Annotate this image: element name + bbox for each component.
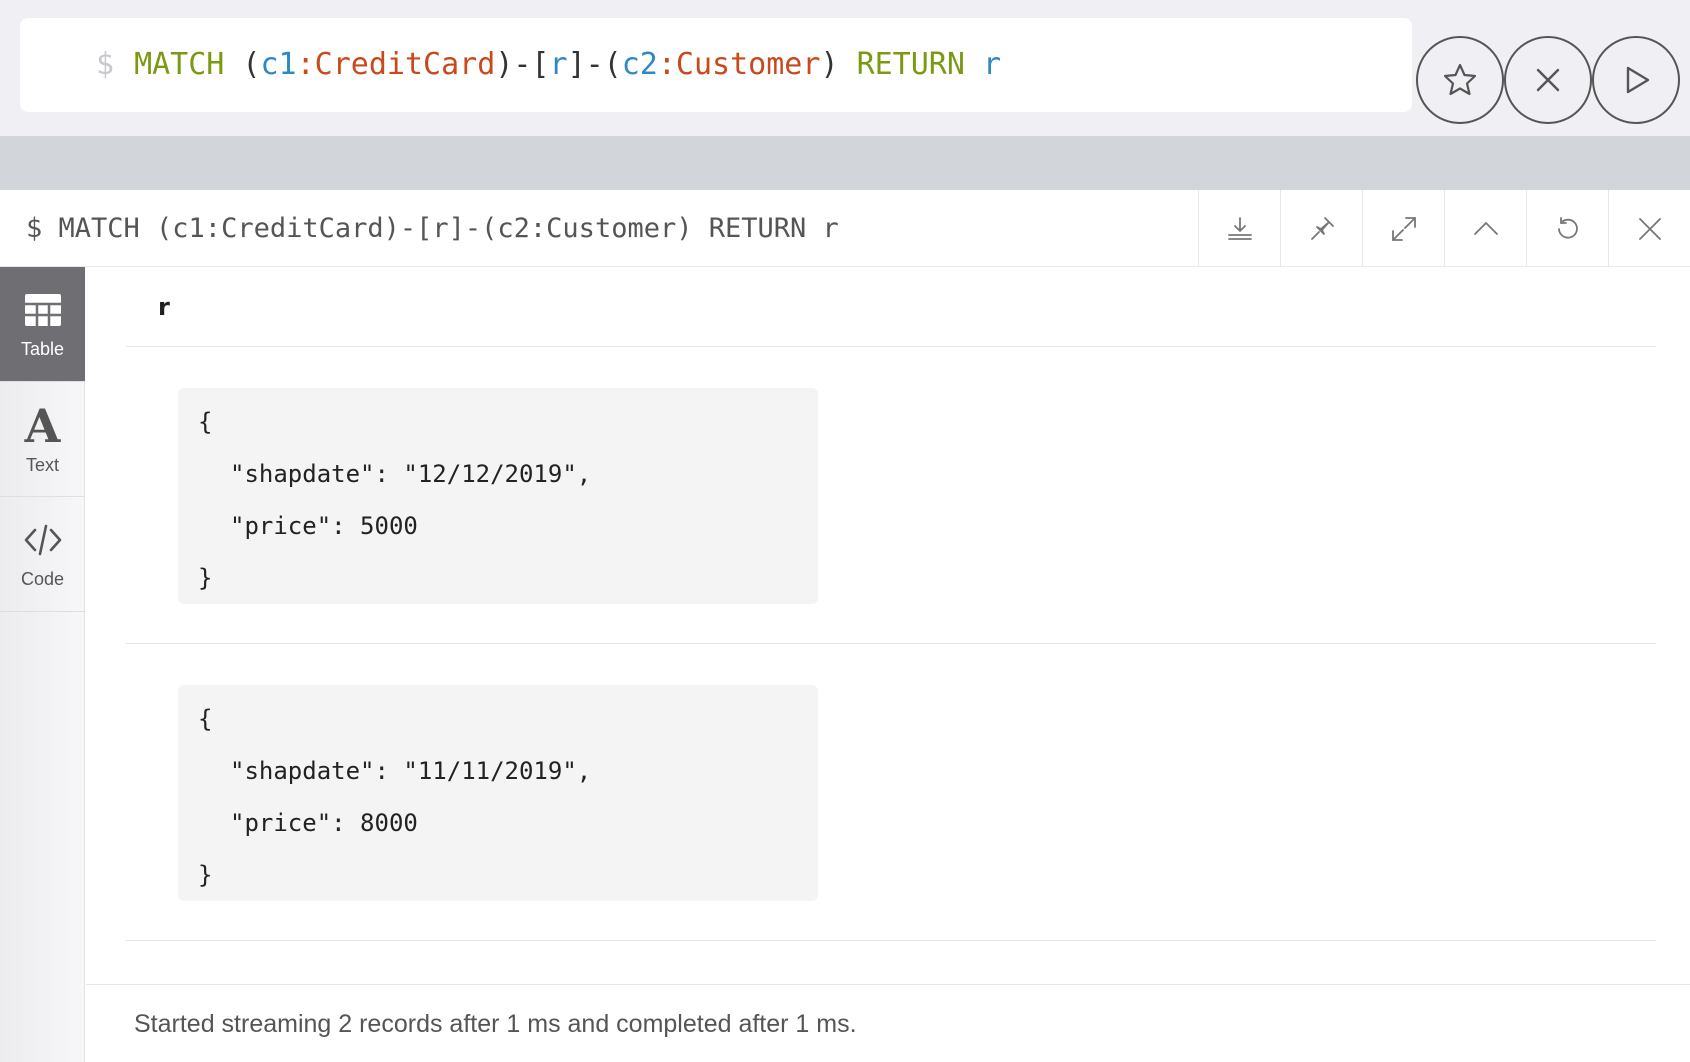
download-icon [1227, 216, 1252, 240]
query-token-var: c2 [621, 47, 658, 82]
query-token-punct: ( [224, 47, 261, 82]
close-circle-icon [1536, 68, 1560, 92]
query-token-punct: ) [820, 47, 857, 82]
close-frame-button[interactable] [1608, 190, 1690, 267]
json-close-brace: } [198, 564, 213, 592]
view-sidebar: Table A Text Code [0, 267, 85, 1062]
run-query-button[interactable] [1592, 36, 1680, 124]
code-icon [24, 524, 61, 555]
result-table: r { "shapdate": "12/12/2019", "price": 5… [126, 267, 1656, 941]
status-bar: Started streaming 2 records after 1 ms a… [86, 984, 1690, 1062]
tab-code[interactable]: Code [0, 497, 85, 612]
expand-icon [1391, 216, 1416, 241]
query-token-punct [965, 47, 983, 82]
collapse-icon [1473, 221, 1498, 235]
result-frame: $ MATCH (c1:CreditCard)-[r]-(c2:Customer… [0, 190, 1690, 1062]
text-icon: A [24, 398, 61, 453]
query-token-var: r [983, 47, 1002, 82]
fullscreen-button[interactable] [1362, 190, 1444, 267]
frame-header: $ MATCH (c1:CreditCard)-[r]-(c2:Customer… [0, 190, 1690, 267]
tab-code-label: Code [20, 568, 65, 589]
table-icon [24, 293, 61, 326]
editor-prompt: $ [96, 47, 115, 82]
query-token-var: c1 [260, 47, 297, 82]
star-icon [1443, 63, 1477, 96]
json-cell[interactable]: { "shapdate": "12/12/2019", "price": 500… [178, 388, 818, 604]
query-editor[interactable]: $ MATCH (c1:CreditCard)-[r]-(c2:Customer)… [20, 18, 1412, 112]
table-row: { "shapdate": "12/12/2019", "price": 500… [126, 347, 1656, 644]
rerun-icon [1557, 216, 1578, 239]
close-icon [1638, 217, 1661, 240]
rerun-button[interactable] [1526, 190, 1608, 267]
pin-icon [1310, 216, 1334, 240]
query-token-label: :CreditCard [296, 47, 496, 82]
json-close-brace: } [198, 861, 213, 889]
frame-title[interactable]: $ MATCH (c1:CreditCard)-[r]-(c2:Customer… [26, 190, 839, 267]
query-token-kw: RETURN [856, 47, 965, 82]
favorite-button[interactable] [1416, 36, 1504, 124]
json-open-brace: { [198, 705, 213, 733]
json-price: "price": 8000 [230, 809, 418, 837]
table-row: { "shapdate": "11/11/2019", "price": 800… [126, 644, 1656, 941]
column-header-r: r [126, 267, 1656, 347]
query-token-kw: MATCH [134, 47, 225, 82]
download-button[interactable] [1198, 190, 1280, 267]
tab-table[interactable]: Table [0, 267, 85, 382]
json-shapdate: "shapdate": "12/12/2019", [230, 460, 592, 488]
json-price: "price": 5000 [230, 512, 418, 540]
clear-query-button[interactable] [1504, 36, 1592, 124]
json-open-brace: { [198, 408, 213, 436]
tab-table-label: Table [20, 338, 65, 359]
query-token-punct: ]-( [567, 47, 622, 82]
query-token-punct: )-[ [495, 47, 550, 82]
pin-button[interactable] [1280, 190, 1362, 267]
editor-bar: $ MATCH (c1:CreditCard)-[r]-(c2:Customer)… [0, 0, 1690, 136]
json-shapdate: "shapdate": "11/11/2019", [230, 757, 592, 785]
status-text: Started streaming 2 records after 1 ms a… [134, 1010, 857, 1038]
collapse-button[interactable] [1444, 190, 1526, 267]
frame-actions [1198, 190, 1690, 267]
query-tokens: MATCH (c1:CreditCard)-[r]-(c2:Customer) … [134, 47, 1001, 82]
query-token-label: :Customer [657, 47, 821, 82]
json-cell[interactable]: { "shapdate": "11/11/2019", "price": 800… [178, 685, 818, 901]
tab-text[interactable]: A Text [0, 382, 85, 497]
play-icon [1626, 66, 1650, 94]
query-token-var: r [549, 47, 568, 82]
tab-text-label: Text [25, 454, 59, 475]
